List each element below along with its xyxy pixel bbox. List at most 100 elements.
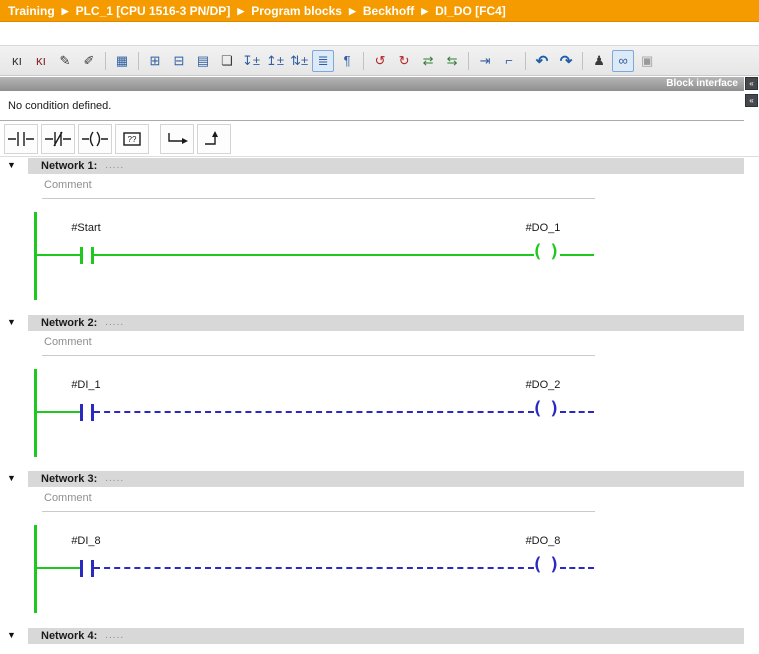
network-header[interactable]: Network 4: .....	[28, 628, 744, 644]
favorite-open-branch-button[interactable]	[160, 124, 194, 154]
network-4: ▼ Network 4: .....	[0, 628, 759, 654]
toolbar-separator	[138, 52, 139, 70]
breadcrumb-separator-icon: ▶	[62, 0, 69, 22]
rung-segment	[560, 254, 594, 256]
network-header[interactable]: Network 3: .....	[28, 471, 744, 487]
breadcrumb-item-program-blocks[interactable]: Program blocks	[251, 4, 342, 18]
rung-segment	[560, 567, 594, 569]
svg-text:??: ??	[128, 135, 137, 144]
coil-element[interactable]: (	[532, 243, 543, 261]
snapshot-icon[interactable]: ▣	[636, 50, 658, 72]
open-all-networks-icon[interactable]: ⊞	[144, 50, 166, 72]
ladder-rung: ( ) #DI_1 #DO_2	[0, 369, 759, 457]
network-comments-icon[interactable]: ❏	[216, 50, 238, 72]
coil-element[interactable]: )	[549, 400, 560, 418]
block-interface-bar[interactable]: Block interface	[0, 77, 744, 91]
monitoring-onoff-icon[interactable]: ∞	[612, 50, 634, 72]
goto-definition-icon[interactable]: ⇥	[474, 50, 496, 72]
next-point-of-use-icon[interactable]: ↷	[555, 50, 577, 72]
open-branch-icon	[164, 129, 190, 149]
network-comment[interactable]: Comment	[44, 179, 92, 191]
rung-segment	[560, 411, 594, 413]
breadcrumb-separator-icon: ▶	[421, 0, 428, 22]
next-error-icon[interactable]: ↻	[393, 50, 415, 72]
condition-row: No condition defined.	[0, 91, 744, 121]
network-header[interactable]: Network 1: .....	[28, 158, 744, 174]
collapse-favorites-button[interactable]: «	[745, 94, 758, 107]
previous-point-of-use-icon[interactable]: ↶	[531, 50, 553, 72]
output-coil-icon	[82, 129, 108, 149]
rung-segment	[37, 567, 80, 569]
freeform-comments-icon[interactable]: ¶	[336, 50, 358, 72]
coil-element[interactable]: )	[549, 556, 560, 574]
rung-segment	[37, 411, 80, 413]
rung-segment	[94, 254, 534, 256]
network-title: Network 1:	[41, 158, 97, 174]
collapse-block-interface-button[interactable]: «	[745, 77, 758, 90]
network-header[interactable]: Network 2: .....	[28, 315, 744, 331]
symbolic-operands-icon[interactable]: ĸı	[30, 50, 52, 72]
network-collapse-arrow[interactable]: ▼	[7, 317, 16, 327]
normally-closed-contact-icon	[45, 129, 71, 149]
network-1: ▼ Network 1: ..... Comment ( ) #Start #D…	[0, 158, 759, 315]
previous-error-icon[interactable]: ↺	[369, 50, 391, 72]
power-rail	[34, 212, 37, 300]
rung-segment	[37, 254, 80, 256]
coil-element[interactable]: (	[532, 400, 543, 418]
close-all-networks-icon[interactable]: ⊟	[168, 50, 190, 72]
symbol-information-icon[interactable]: ≣	[312, 50, 334, 72]
network-title-placeholder: .....	[105, 315, 124, 331]
network-collapse-arrow[interactable]: ▼	[7, 630, 16, 640]
toolbar-separator	[105, 52, 106, 70]
comment-divider	[42, 198, 595, 199]
rung-segment	[94, 567, 534, 569]
swap-rows-icon[interactable]: ⇅±	[288, 50, 310, 72]
network-title-placeholder: .....	[105, 628, 124, 644]
network-collapse-arrow[interactable]: ▼	[7, 160, 16, 170]
network-title: Network 4:	[41, 628, 97, 644]
insert-row-below-icon[interactable]: ↧±	[240, 50, 262, 72]
coil-operand[interactable]: #DO_1	[501, 222, 585, 234]
contact-operand[interactable]: #Start	[44, 222, 128, 234]
breadcrumb-item-plc[interactable]: PLC_1 [CPU 1516-3 PN/DP]	[76, 4, 231, 18]
consistency-check-icon[interactable]: ⇆	[441, 50, 463, 72]
network-comment[interactable]: Comment	[44, 492, 92, 504]
absolute-operands-icon[interactable]: ĸı	[6, 50, 28, 72]
normally-open-contact-icon	[8, 129, 34, 149]
favorite-empty-box-button[interactable]: ??	[115, 124, 149, 154]
breadcrumb-item-block[interactable]: DI_DO [FC4]	[435, 4, 506, 18]
power-rail	[34, 369, 37, 457]
favorite-coil-button[interactable]	[78, 124, 112, 154]
coil-element[interactable]: )	[549, 243, 560, 261]
contact-element[interactable]	[80, 247, 83, 264]
favorite-close-branch-button[interactable]	[197, 124, 231, 154]
contact-element[interactable]	[80, 404, 83, 421]
favorite-contact-no-button[interactable]	[4, 124, 38, 154]
rename-icon[interactable]: ✐	[78, 50, 100, 72]
update-block-calls-icon[interactable]: ⇄	[417, 50, 439, 72]
paste-pattern-icon[interactable]: ▦	[111, 50, 133, 72]
network-grid-icon[interactable]: ▤	[192, 50, 214, 72]
rung-segment	[94, 411, 534, 413]
know-how-protection-icon[interactable]: ♟	[588, 50, 610, 72]
power-rail	[34, 525, 37, 613]
contact-operand[interactable]: #DI_8	[44, 535, 128, 547]
contact-element[interactable]	[80, 560, 83, 577]
breadcrumb-separator-icon: ▶	[349, 0, 356, 22]
coil-operand[interactable]: #DO_2	[501, 379, 585, 391]
coil-operand[interactable]: #DO_8	[501, 535, 585, 547]
empty-box-icon: ??	[119, 129, 145, 149]
coil-element[interactable]: (	[532, 556, 543, 574]
network-comment[interactable]: Comment	[44, 336, 92, 348]
contact-operand[interactable]: #DI_1	[44, 379, 128, 391]
breadcrumb-item-project[interactable]: Training	[8, 4, 55, 18]
insert-branch-icon[interactable]: ⌐	[498, 50, 520, 72]
rewire-icon[interactable]: ✎	[54, 50, 76, 72]
insert-row-above-icon[interactable]: ↥±	[264, 50, 286, 72]
comment-divider	[42, 511, 595, 512]
network-title: Network 3:	[41, 471, 97, 487]
breadcrumb-item-group[interactable]: Beckhoff	[363, 4, 414, 18]
favorite-contact-nc-button[interactable]	[41, 124, 75, 154]
ladder-rung: ( ) #DI_8 #DO_8	[0, 525, 759, 613]
network-collapse-arrow[interactable]: ▼	[7, 473, 16, 483]
